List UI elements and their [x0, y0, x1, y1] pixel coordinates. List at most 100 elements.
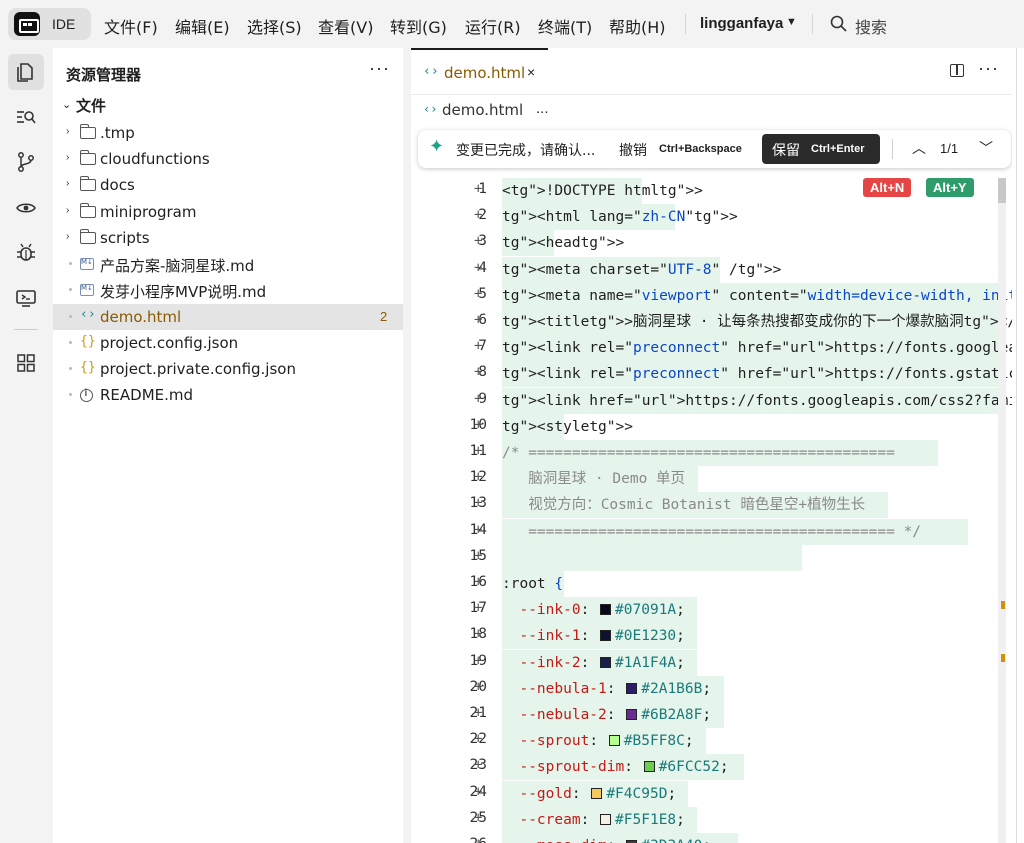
search-code-icon[interactable] [8, 99, 44, 135]
code-line[interactable]: tg"><meta charset="UTF-8" /tg">> [502, 256, 781, 283]
source-control-icon[interactable] [8, 144, 44, 180]
breadcrumb-more[interactable]: ... [536, 100, 549, 117]
color-swatch[interactable] [626, 682, 638, 694]
code-line[interactable] [502, 544, 802, 571]
search-input[interactable]: 搜索 [855, 14, 887, 38]
tree-item-demo-html[interactable]: ‹› demo.html 2 [53, 304, 403, 330]
code-line[interactable]: tg"><titletg">>脑洞星球 · 让每条热搜都变成你的下一个爆款脑洞t… [502, 309, 1024, 335]
preview-eye-icon[interactable] [8, 190, 44, 226]
close-icon[interactable]: × [527, 64, 535, 80]
code-line[interactable]: --ink-2: #1A1F4A; [502, 649, 697, 676]
chevron-right-icon[interactable]: › [66, 205, 69, 216]
tree-item-tmp[interactable]: › .tmp [53, 120, 403, 146]
review-message: 变更已完成，请确认... [456, 143, 596, 159]
added-line-marker: + [474, 338, 483, 355]
code-line[interactable]: /* =====================================… [502, 440, 938, 466]
added-line-marker: + [474, 443, 483, 459]
keep-button[interactable]: 保留 Ctrl+Enter [762, 134, 880, 164]
chevron-right-icon[interactable]: › [66, 126, 69, 137]
code-line[interactable]: tg"><meta name="viewport" content="width… [502, 282, 1024, 309]
account-name[interactable]: lingganfaya [700, 15, 783, 32]
vertical-scrollbar[interactable] [998, 178, 1006, 843]
menu-run[interactable]: 运行(R) [465, 14, 521, 38]
code-line[interactable]: --sprout-dim: #6FCC52; [502, 754, 744, 781]
menu-file[interactable]: 文件(F) [104, 14, 158, 38]
chevron-right-icon[interactable]: › [66, 231, 69, 242]
chevron-down-icon[interactable]: ⌄ [62, 98, 71, 111]
code-line[interactable]: --gold: #F4C95D; [502, 780, 688, 807]
color-swatch[interactable] [591, 787, 603, 799]
json-file-icon: {} [80, 334, 96, 349]
code-line[interactable]: :root { [502, 571, 564, 597]
tree-item-readme[interactable]: README.md [53, 382, 403, 408]
html-file-icon: ‹› [423, 64, 439, 79]
color-swatch[interactable] [626, 709, 638, 720]
code-line[interactable]: --nebula-2: #6B2A8F; [502, 702, 724, 728]
tree-item-cloudfunctions[interactable]: › cloudfunctions [53, 146, 403, 172]
chevron-down-icon[interactable]: ﹀ [979, 138, 993, 158]
tree-item-project-private-config[interactable]: {} project.private.config.json [53, 356, 403, 382]
code-line[interactable]: --ink-0: #07091A; [502, 597, 697, 624]
json-file-icon: {} [80, 360, 96, 375]
code-line[interactable]: tg"><html lang="zh-CN"tg">> [502, 204, 738, 231]
tree-item-product-plan[interactable]: 产品方案-脑洞星球.md [53, 251, 403, 277]
chevron-down-icon[interactable]: ▼ [786, 16, 797, 28]
code-line[interactable]: --ink-1: #0E1230; [502, 623, 697, 650]
right-edge-border [1016, 48, 1017, 843]
remote-monitor-icon[interactable] [8, 280, 44, 316]
color-swatch[interactable] [600, 604, 612, 616]
code-line[interactable]: --sprout: #B5FF8C; [502, 728, 706, 755]
menu-selection[interactable]: 选择(S) [247, 14, 302, 38]
debug-bug-icon[interactable] [8, 235, 44, 271]
code-line[interactable]: tg"><link href="url">https://fonts.googl… [502, 387, 1024, 414]
color-swatch[interactable] [608, 735, 620, 747]
tree-item-miniprogram[interactable]: › miniprogram [53, 199, 403, 225]
code-line[interactable]: <tg">!DOCTYPE htmltg">> [502, 178, 703, 204]
menu-terminal[interactable]: 终端(T) [538, 14, 592, 38]
menu-help[interactable]: 帮助(H) [609, 14, 666, 38]
code-line[interactable]: tg"><styletg">> [502, 413, 633, 440]
color-swatch[interactable] [600, 630, 612, 642]
code-line[interactable]: 视觉方向：Cosmic Botanist 暗色星空+植物生长 [502, 492, 888, 519]
code-line[interactable]: --moss-dim: #3D3A40; [502, 833, 738, 843]
chevron-right-icon[interactable]: › [66, 152, 69, 163]
more-icon[interactable]: ··· [369, 58, 390, 79]
tree-item-docs[interactable]: › docs [53, 172, 403, 198]
code-line[interactable]: ========================================… [502, 518, 968, 545]
reject-hunk-button[interactable]: Alt+N [863, 178, 912, 197]
tree-item-label: .tmp [100, 124, 135, 142]
search-icon[interactable] [829, 14, 849, 34]
split-editor-icon[interactable] [950, 64, 964, 77]
tab-demo-html[interactable]: ‹› demo.html × [411, 48, 548, 94]
code-line[interactable]: tg"><link rel="preconnect" href="url">ht… [502, 335, 1024, 362]
ide-switcher[interactable]: IDE [8, 8, 91, 40]
menu-goto[interactable]: 转到(G) [390, 14, 447, 38]
code-area[interactable]: 1 +2 +3 +4 +5 +6 +7 +8 +9 +10 +11 +12 +13 +14 +15 +16 +1… [411, 178, 1024, 843]
more-icon[interactable]: ··· [978, 58, 999, 79]
tree-item-project-config[interactable]: {} project.config.json [53, 330, 403, 356]
menu-edit[interactable]: 编辑(E) [175, 14, 230, 38]
code-line[interactable]: tg"><headtg">> [502, 230, 624, 257]
tree-indent-dot [69, 288, 72, 291]
extensions-grid-icon[interactable] [8, 345, 44, 381]
files-icon[interactable] [8, 54, 44, 90]
color-swatch[interactable] [643, 761, 655, 773]
undo-button[interactable]: 撤销 Ctrl+Backspace [614, 135, 754, 163]
scrollbar-thumb[interactable] [998, 178, 1006, 203]
tree-item-mvp-doc[interactable]: 发芽小程序MVP说明.md [53, 277, 403, 303]
chevron-right-icon[interactable]: › [66, 178, 69, 189]
added-line-marker: + [474, 600, 483, 617]
accept-hunk-button[interactable]: Alt+Y [926, 178, 974, 197]
menu-view[interactable]: 查看(V) [318, 14, 373, 38]
tree-item-scripts[interactable]: › scripts [53, 225, 403, 251]
chevron-up-icon[interactable]: ︿ [912, 138, 926, 158]
code-line[interactable]: --nebula-1: #2A1B6B; [502, 675, 724, 702]
color-swatch[interactable] [600, 813, 612, 825]
tree-indent-dot [69, 315, 72, 318]
breadcrumb-file[interactable]: demo.html [442, 101, 523, 119]
explorer-root[interactable]: ⌄ 文件 [53, 94, 403, 118]
color-swatch[interactable] [600, 656, 612, 668]
code-line[interactable]: --cream: #F5F1E8; [502, 806, 697, 833]
code-line[interactable]: 脑洞星球 · Demo 单页 [502, 466, 698, 493]
code-line[interactable]: tg"><link rel="preconnect" href="url">ht… [502, 361, 1024, 388]
